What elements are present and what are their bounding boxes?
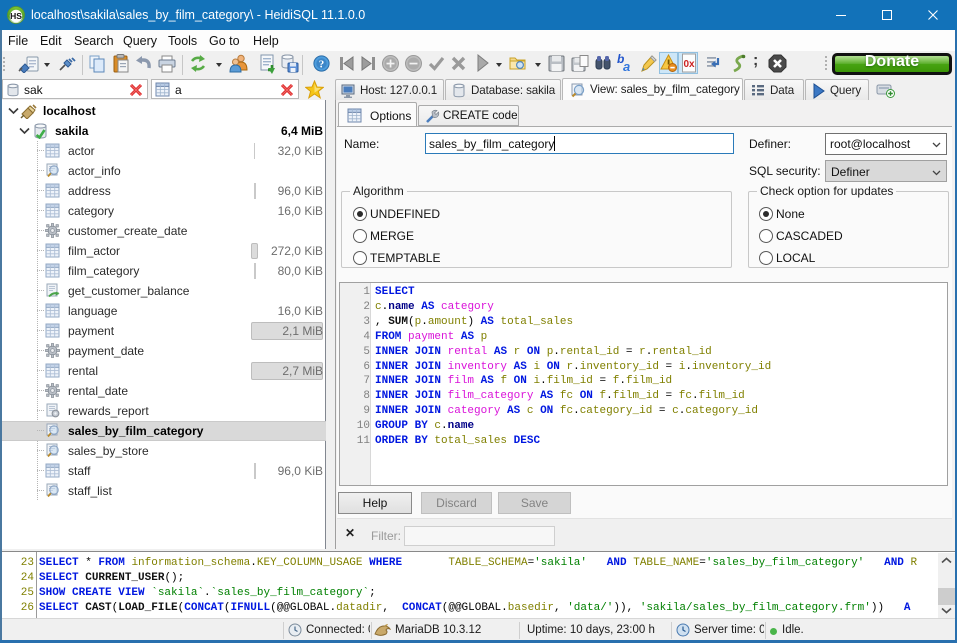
- svg-text:?: ?: [319, 59, 325, 71]
- svg-text:HS: HS: [10, 11, 22, 21]
- svg-text:0x: 0x: [683, 59, 695, 70]
